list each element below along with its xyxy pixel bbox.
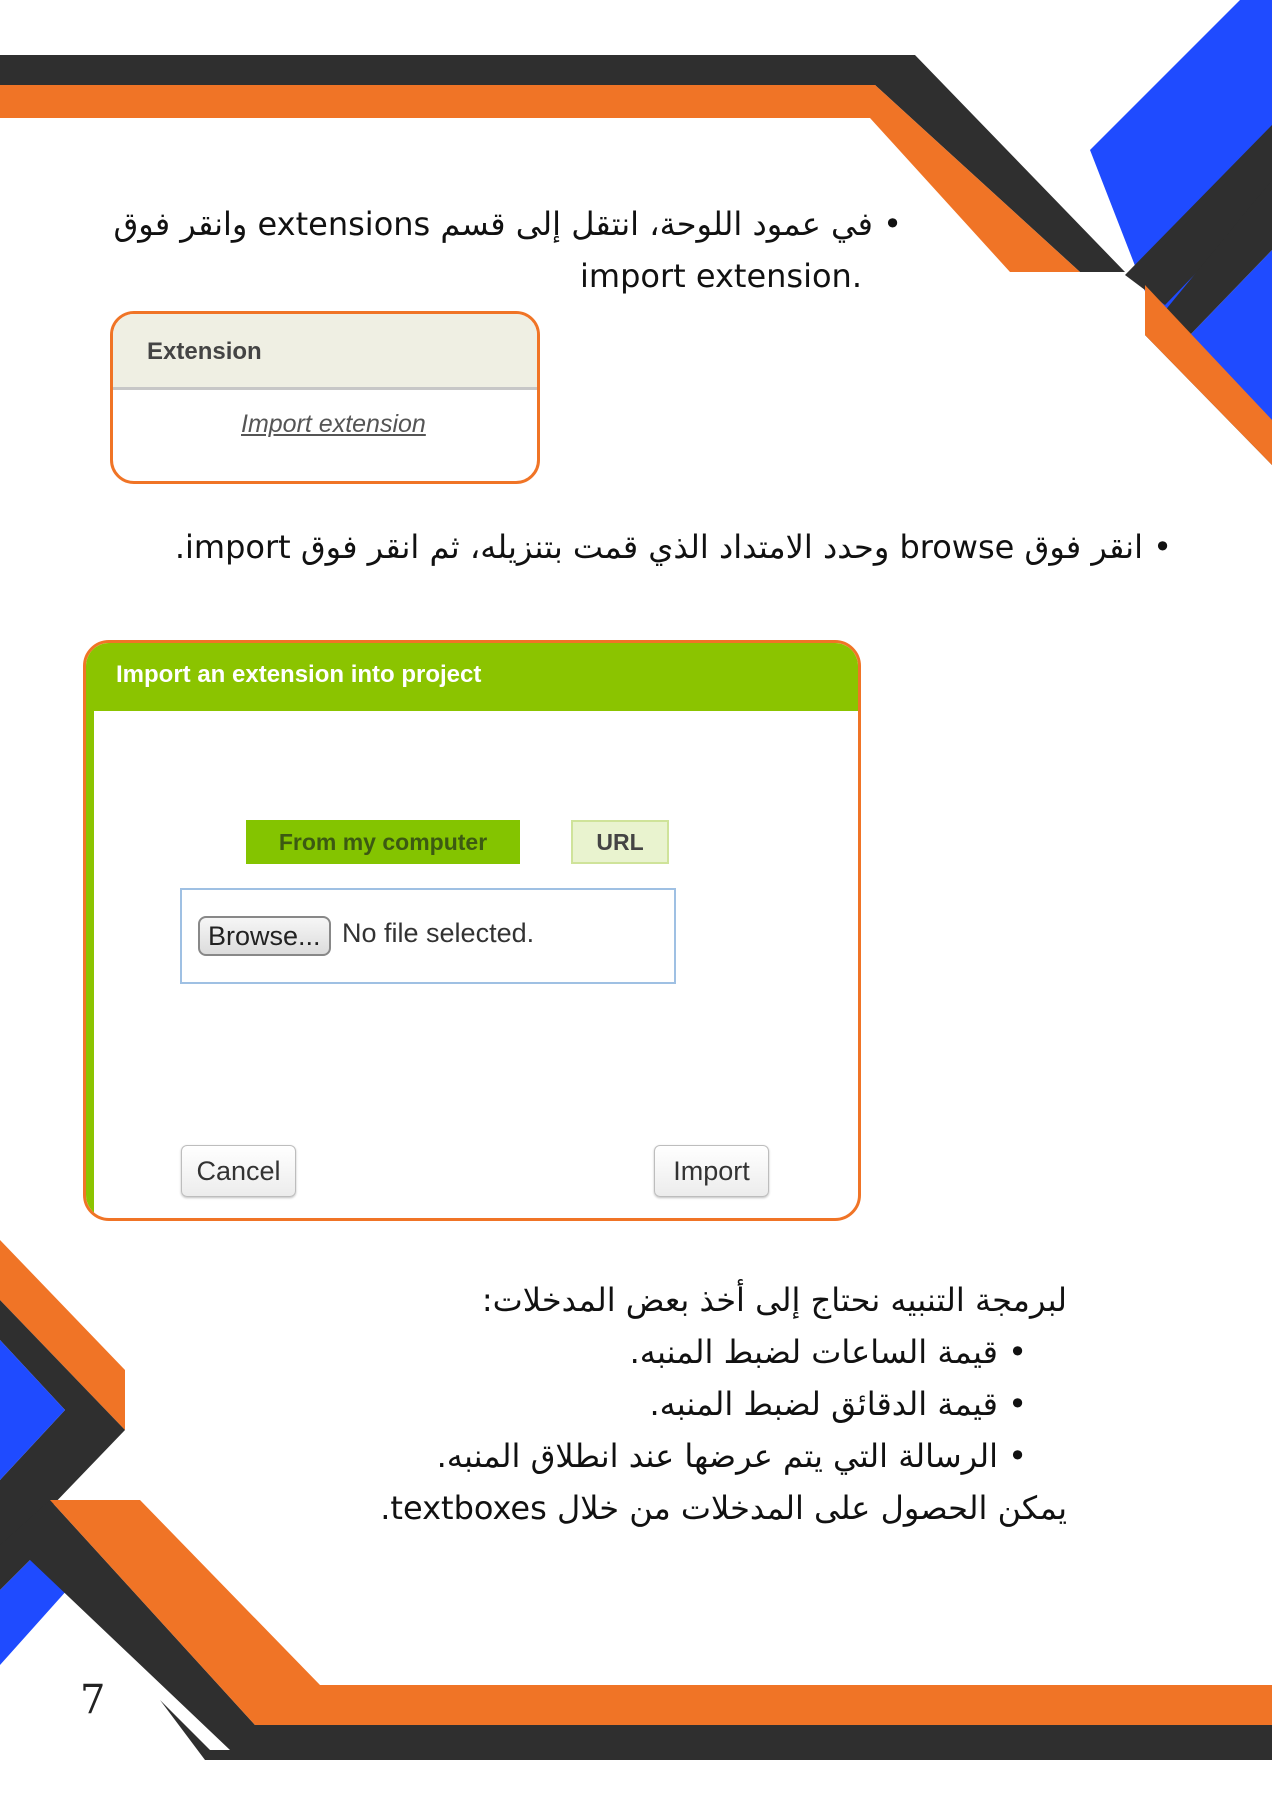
page-number: 7 — [80, 1677, 106, 1723]
inputs-list-item: • قيمة الساعات لضبط المنبه. — [629, 1333, 1027, 1371]
dialog-title: Import an extension into project — [116, 661, 482, 688]
dialog-left-accent — [86, 711, 94, 1218]
inputs-list-item: • قيمة الدقائق لضبط المنبه. — [649, 1385, 1027, 1423]
inputs-list-item-text: قيمة الدقائق لضبط المنبه. — [649, 1385, 998, 1423]
import-extension-link[interactable]: Import extension — [241, 410, 426, 439]
tab-url[interactable]: URL — [571, 820, 669, 864]
inputs-intro: لبرمجة التنبيه نحتاج إلى أخذ بعض المدخلا… — [481, 1281, 1067, 1319]
file-input-box: Browse... No file selected. — [180, 888, 676, 984]
instruction-step-1-text: في عمود اللوحة، انتقل إلى قسم extensions… — [113, 205, 873, 243]
inputs-list-item-text: قيمة الساعات لضبط المنبه. — [629, 1333, 998, 1371]
cancel-button[interactable]: Cancel — [181, 1145, 296, 1197]
import-extension-dialog: Import an extension into project From my… — [83, 640, 861, 1221]
instruction-step-2-text: انقر فوق browse وحدد الامتداد الذي قمت ب… — [174, 528, 1143, 566]
browse-button[interactable]: Browse... — [198, 916, 331, 956]
tab-from-my-computer[interactable]: From my computer — [246, 820, 520, 864]
extension-panel-title: Extension — [147, 338, 262, 365]
inputs-list-item-text: الرسالة التي يتم عرضها عند انطلاق المنبه… — [436, 1437, 998, 1475]
instruction-step-1: • في عمود اللوحة، انتقل إلى قسم extensio… — [62, 198, 902, 302]
instruction-step-1-line2: .import extension — [580, 257, 862, 295]
instruction-step-1-line1: • في عمود اللوحة، انتقل إلى قسم extensio… — [113, 205, 902, 243]
instruction-step-2: • انقر فوق browse وحدد الامتداد الذي قمت… — [174, 528, 1172, 566]
inputs-section: لبرمجة التنبيه نحتاج إلى أخذ بعض المدخلا… — [207, 1274, 1067, 1534]
file-status-text: No file selected. — [342, 918, 535, 948]
extension-panel-screenshot: Extension Import extension — [110, 311, 540, 484]
import-button[interactable]: Import — [654, 1145, 769, 1197]
inputs-list-item: • الرسالة التي يتم عرضها عند انطلاق المن… — [436, 1437, 1027, 1475]
inputs-outro: يمكن الحصول على المدخلات من خلال textbox… — [380, 1489, 1067, 1527]
dialog-header: Import an extension into project — [86, 643, 858, 711]
extension-panel-header: Extension — [113, 314, 537, 390]
